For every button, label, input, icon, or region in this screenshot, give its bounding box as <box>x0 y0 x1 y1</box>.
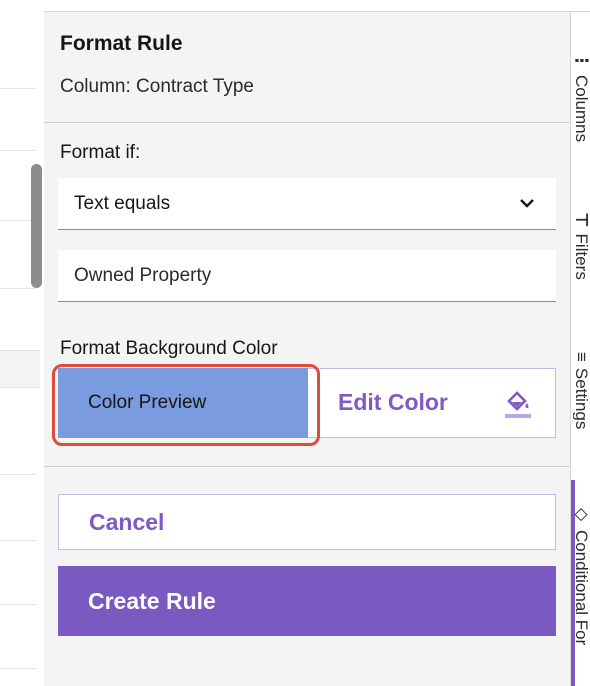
color-preview[interactable]: Color Preview <box>58 368 308 438</box>
tab-settings[interactable]: ≡ Settings <box>573 352 590 452</box>
settings-icon: ≡ <box>573 352 590 362</box>
background-grid <box>0 0 44 686</box>
grid-line <box>0 88 36 89</box>
cancel-button-label: Cancel <box>89 508 165 535</box>
filter-icon: ⊤ <box>573 212 590 228</box>
format-rule-panel: Format Rule Column: Contract Type Format… <box>44 12 570 686</box>
paint-icon: ◇ <box>573 504 590 524</box>
tab-conditional-label: Conditional For <box>573 530 590 646</box>
grid-row <box>0 350 40 388</box>
divider <box>44 122 570 123</box>
grid-line <box>0 474 36 475</box>
background-color-label: Format Background Color <box>60 338 278 359</box>
scrollbar-thumb[interactable] <box>31 164 42 288</box>
tab-columns-label: Columns <box>573 75 590 143</box>
format-if-label: Format if: <box>60 142 141 163</box>
grid-line <box>0 150 36 151</box>
side-tab-bar: ⋮ Columns ⊤ Filters ≡ Settings ◇ Conditional… <box>570 12 590 686</box>
text-value: Owned Property <box>74 264 212 286</box>
tab-filters[interactable]: ⊤ Filters <box>573 212 590 312</box>
create-rule-button[interactable]: Create Rule <box>58 566 556 636</box>
paint-bucket-icon <box>505 391 531 418</box>
panel-subtitle: Column: Contract Type <box>60 76 254 97</box>
top-border <box>0 0 590 12</box>
condition-dropdown-value: Text equals <box>74 192 171 214</box>
edit-color-button[interactable]: Edit Color <box>308 368 556 438</box>
tab-filters-label: Filters <box>573 233 590 280</box>
grid-line <box>0 604 36 605</box>
cancel-button[interactable]: Cancel <box>58 494 556 550</box>
tab-conditional-formatting[interactable]: ◇ Conditional For <box>573 504 590 686</box>
tab-columns[interactable]: ⋮ Columns <box>573 52 590 172</box>
condition-dropdown[interactable]: Text equals <box>58 178 556 230</box>
tab-settings-label: Settings <box>573 367 590 430</box>
grid-line <box>0 668 36 669</box>
panel-title: Format Rule <box>60 32 183 55</box>
color-preview-label: Color Preview <box>88 392 207 413</box>
divider <box>44 466 570 467</box>
chevron-down-icon <box>520 199 534 208</box>
create-rule-button-label: Create Rule <box>88 587 216 614</box>
edit-color-label: Edit Color <box>338 389 448 415</box>
text-value-input[interactable]: Owned Property <box>58 250 556 302</box>
grid-line <box>0 540 36 541</box>
grid-line <box>0 288 36 289</box>
columns-icon: ⋮ <box>573 52 590 69</box>
